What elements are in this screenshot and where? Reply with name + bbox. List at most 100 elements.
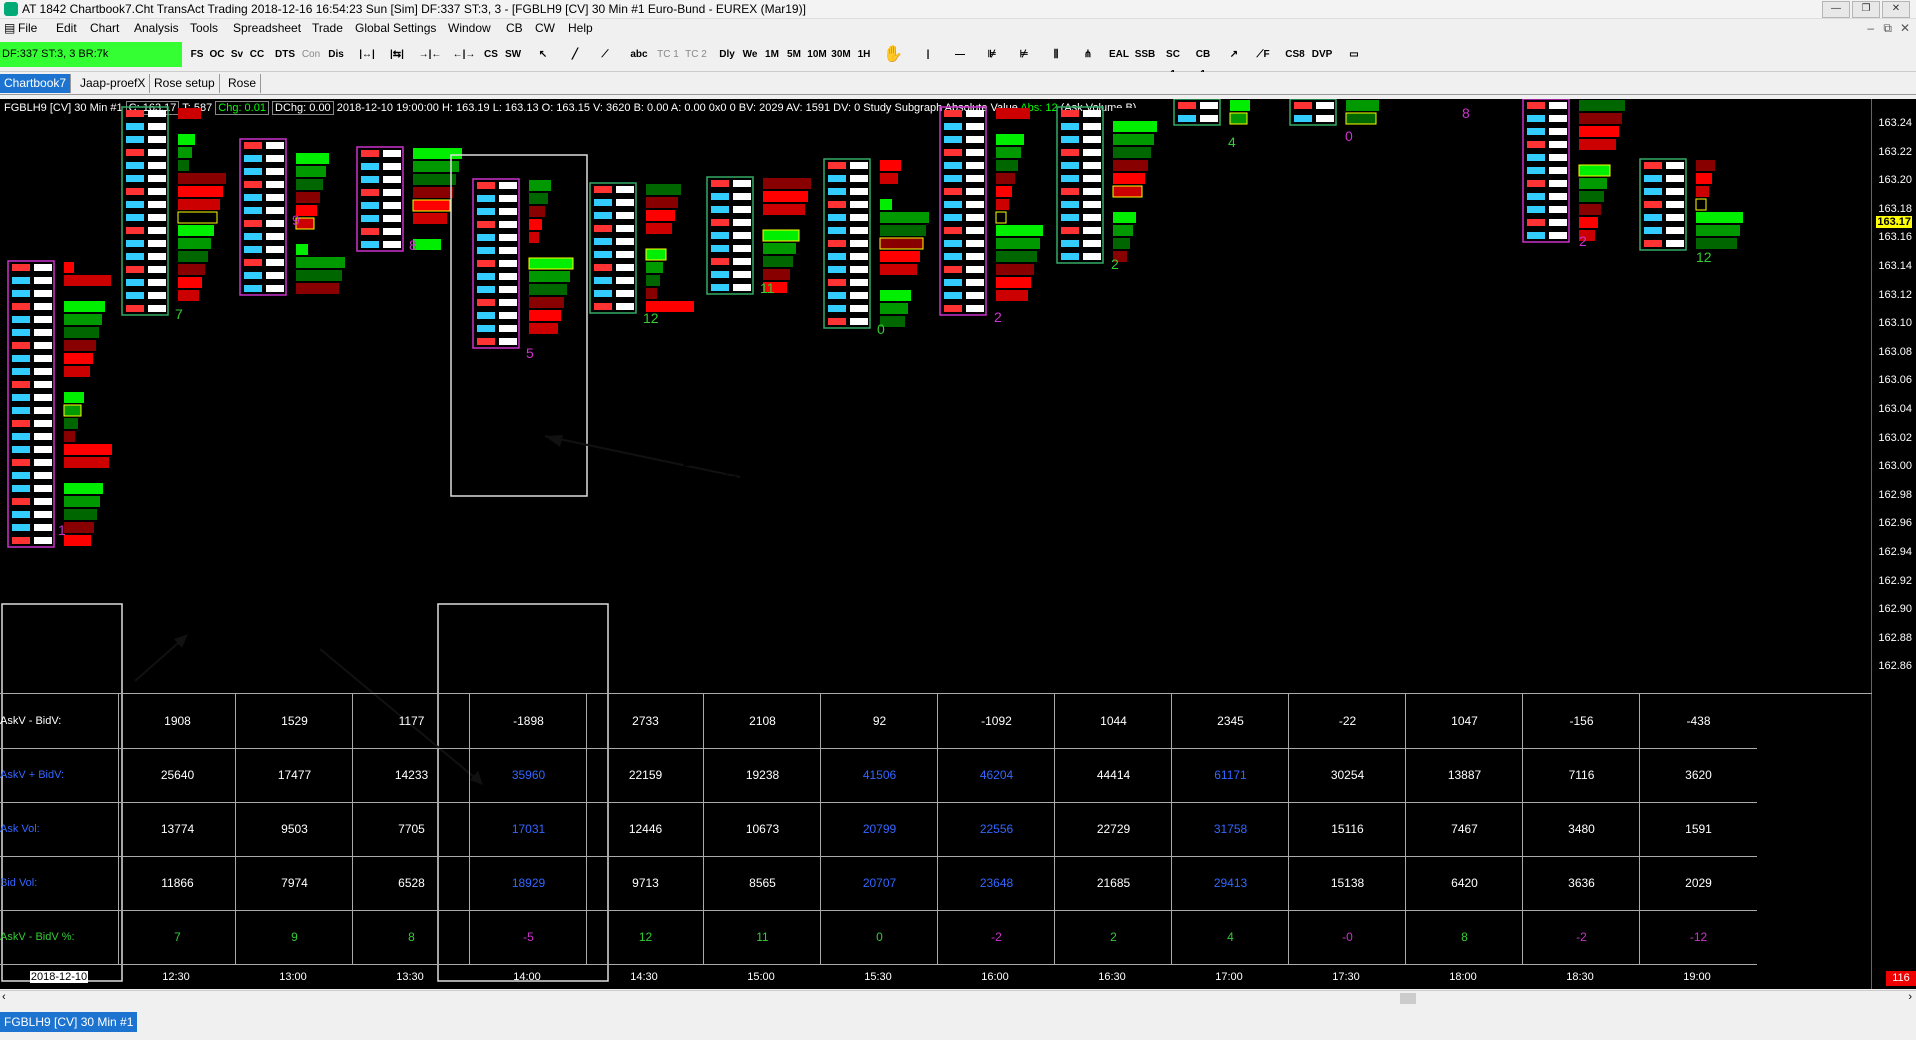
table-cell: 1177 [352,694,470,749]
rectangle-tool-icon[interactable]: ▭ [1342,45,1366,65]
zoom-in-icon[interactable]: |↔| [356,45,378,65]
menu-cw[interactable]: CW [535,21,555,35]
menu-tools[interactable]: Tools [190,21,218,35]
tool-10m[interactable]: 10M [806,45,828,65]
cursor-icon[interactable]: ↖ [534,45,552,65]
zoom-out-icon[interactable]: |⇆| [386,45,408,65]
tool-fs[interactable]: FS [188,45,206,65]
table-cell: 61171 [1171,748,1289,803]
bar-number: 8 [1462,105,1470,121]
menu-window[interactable]: Window [448,21,491,35]
tool-cc[interactable]: CC [248,45,266,65]
tool-30m[interactable]: 30M [830,45,852,65]
price-scale[interactable]: 163.24 163.22 163.20 163.18 163.16 163.14 163.… [1871,99,1916,989]
table-cell: 2733 [586,694,704,749]
tool-dly[interactable]: Dly [716,45,738,65]
tool-dis[interactable]: Dis [326,45,346,65]
tool-cb1[interactable]: CB 1 [1192,45,1214,80]
line-tool-icon[interactable]: ╱ [566,45,584,65]
horizontal-scrollbar[interactable]: ‹ › [0,990,1916,1007]
status-indicator: DF:337 ST:3, 3 BR:7k [0,42,182,67]
tool-sc1[interactable]: SC 1 [1162,45,1184,80]
table-cell: 7 [118,910,236,965]
bar-number: 2 [1579,233,1587,249]
tool-abc[interactable]: abc [626,45,652,65]
chart-window-tab[interactable]: FGBLH9 [CV] 30 Min #1 [0,1012,138,1032]
fan-tool-icon[interactable]: ⟋F [1252,45,1274,65]
chart-area[interactable]: FGBLH9 [CV] 30 Min #1 C: 163.17 T: 587 C… [0,99,1916,989]
table-cell: 6528 [352,856,470,911]
table-cell: 12 [586,910,704,965]
price-label: 162.98 [1878,488,1912,501]
tool-1h[interactable]: 1H [854,45,874,65]
menu-analysis[interactable]: Analysis [134,21,179,35]
table-cell: 8565 [703,856,821,911]
tool-cs[interactable]: CS [482,45,500,65]
time-label: 19:00 [1683,971,1711,983]
scroll-left-icon[interactable]: ‹ [2,991,6,1003]
channel-tool-icon[interactable]: ⫼ [1044,45,1068,65]
tool-tc1[interactable]: TC 1 [656,45,680,65]
tool-5m[interactable]: 5M [784,45,804,65]
tool-sv[interactable]: Sv [228,45,246,65]
menu-edit[interactable]: Edit [56,21,77,35]
tool-ssb[interactable]: SSB [1134,45,1156,65]
tab-chartbook7[interactable]: Chartbook7 [0,74,72,93]
compress-icon[interactable]: →|← [418,45,442,65]
menu-cb[interactable]: CB [506,21,523,35]
table-cell: 20799 [820,802,938,857]
scroll-thumb[interactable] [1400,993,1416,1004]
bar-number: 9 [292,212,300,228]
price-label: 163.00 [1878,460,1912,473]
menu-spreadsheet[interactable]: Spreadsheet [233,21,301,35]
tool-oc[interactable]: OC [208,45,226,65]
table-cell: 22729 [1054,802,1172,857]
minimize-icon[interactable]: — [1822,1,1850,18]
menu-trade[interactable]: Trade [312,21,343,35]
ray-tool-icon[interactable]: ⟋ [596,45,614,65]
table-cell: 9713 [586,856,704,911]
table-cell: 6420 [1405,856,1523,911]
menu-chart[interactable]: Chart [90,21,119,35]
tool-eal[interactable]: EAL [1108,45,1130,65]
tool-sw[interactable]: SW [504,45,522,65]
child-minimize-icon[interactable]: – [1867,21,1874,35]
menu-help[interactable]: Help [568,21,593,35]
close-icon[interactable]: ✕ [1882,1,1910,18]
table-cell: 17477 [235,748,353,803]
tool-we[interactable]: We [740,45,760,65]
tool-cs8[interactable]: CS8 [1284,45,1306,65]
child-close-icon[interactable]: ✕ [1900,21,1910,35]
tool-dvp[interactable]: DVP [1310,45,1334,65]
values-table: AskV - BidV: AskV + BidV: Ask Vol: Bid Vol:… [0,693,1872,966]
doc-icon[interactable]: ▤ [4,21,15,35]
child-restore-icon[interactable]: ⧉ [1883,21,1892,36]
tab-rose-setup[interactable]: Rose setup [150,74,220,93]
time-label: 15:30 [864,971,892,983]
pitchfork-icon[interactable]: ⋔ [1076,45,1100,65]
scroll-right-icon[interactable]: › [1908,991,1912,1003]
restore-icon[interactable]: ❐ [1852,1,1880,18]
table-cell: -5 [469,910,587,965]
tool-1m[interactable]: 1M [762,45,782,65]
bar-number: 2 [1111,256,1119,272]
tool-con[interactable]: Con [300,45,322,65]
tab-rose[interactable]: Rose [224,74,262,93]
tab-jaap-proefx[interactable]: Jaap-proefX [76,74,151,93]
arrow-tool-icon[interactable]: ↗ [1224,45,1244,65]
price-label: 162.92 [1878,574,1912,587]
tool-dts[interactable]: DTS [274,45,296,65]
fib-ext-icon[interactable]: ⊭ [1012,45,1036,65]
menu-file[interactable]: File [18,21,37,35]
time-label: 18:00 [1449,971,1477,983]
table-cell: -12 [1639,910,1757,965]
tool-tc2[interactable]: TC 2 [684,45,708,65]
current-price-label: 163.17 [1876,216,1912,228]
menu-global-settings[interactable]: Global Settings [355,21,436,35]
hand-icon[interactable]: ✋ [878,45,908,65]
fib-tool-icon[interactable]: ⊯ [980,45,1004,65]
table-cell: 23648 [937,856,1055,911]
expand-icon[interactable]: ←|→ [452,45,476,65]
time-label: 15:00 [747,971,775,983]
hline-tool-icon[interactable]: — [948,45,972,65]
